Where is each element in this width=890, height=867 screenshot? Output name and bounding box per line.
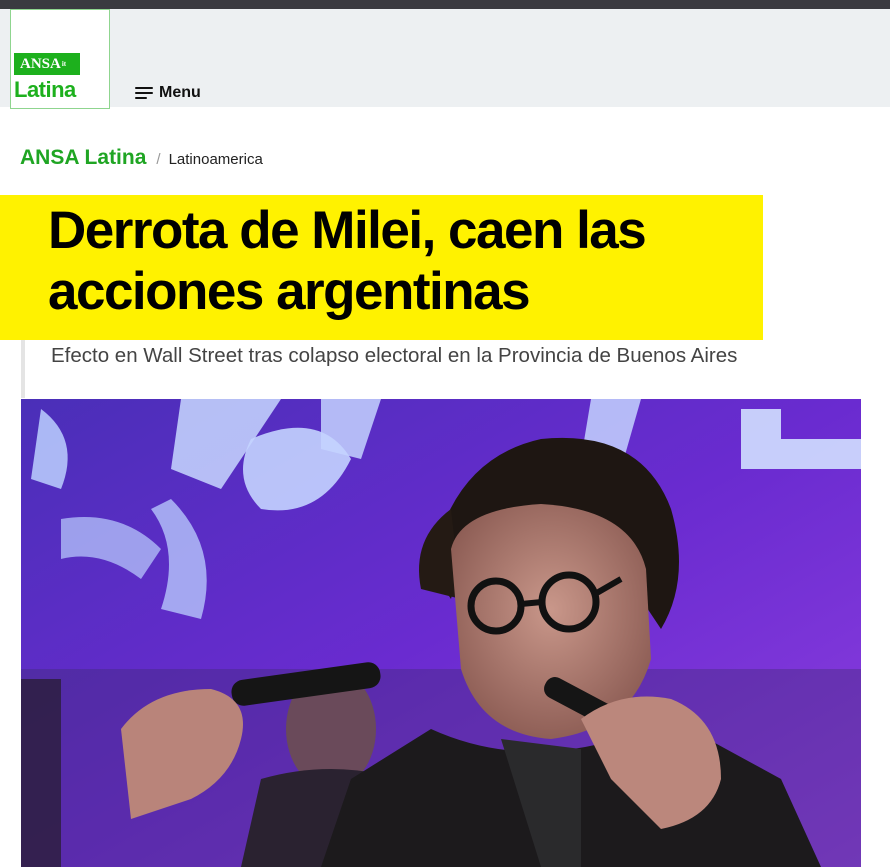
- breadcrumb-separator: /: [156, 151, 161, 168]
- article-title: Derrota de Milei, caen las acciones arge…: [48, 201, 647, 321]
- logo-ansa-mark: ANSAit: [14, 53, 80, 75]
- menu-button[interactable]: Menu: [135, 83, 201, 103]
- article-subtitle: Efecto en Wall Street tras colapso elect…: [51, 344, 738, 367]
- breadcrumb-home-link[interactable]: ANSA Latina: [20, 146, 146, 170]
- breadcrumb-category-link[interactable]: Latinoamerica: [169, 151, 263, 168]
- site-header: ANSAit Latina Menu: [0, 9, 890, 109]
- top-bar: [0, 0, 890, 9]
- site-logo[interactable]: ANSAit Latina: [10, 9, 110, 109]
- logo-sup-text: it: [61, 60, 67, 68]
- breadcrumb: ANSA Latina / Latinoamerica: [20, 146, 263, 170]
- logo-brand-text: ANSA: [20, 56, 61, 72]
- hamburger-icon: [135, 86, 153, 100]
- menu-label: Menu: [159, 84, 201, 101]
- logo-sub-text: Latina: [14, 77, 76, 102]
- article-photo: [21, 399, 861, 867]
